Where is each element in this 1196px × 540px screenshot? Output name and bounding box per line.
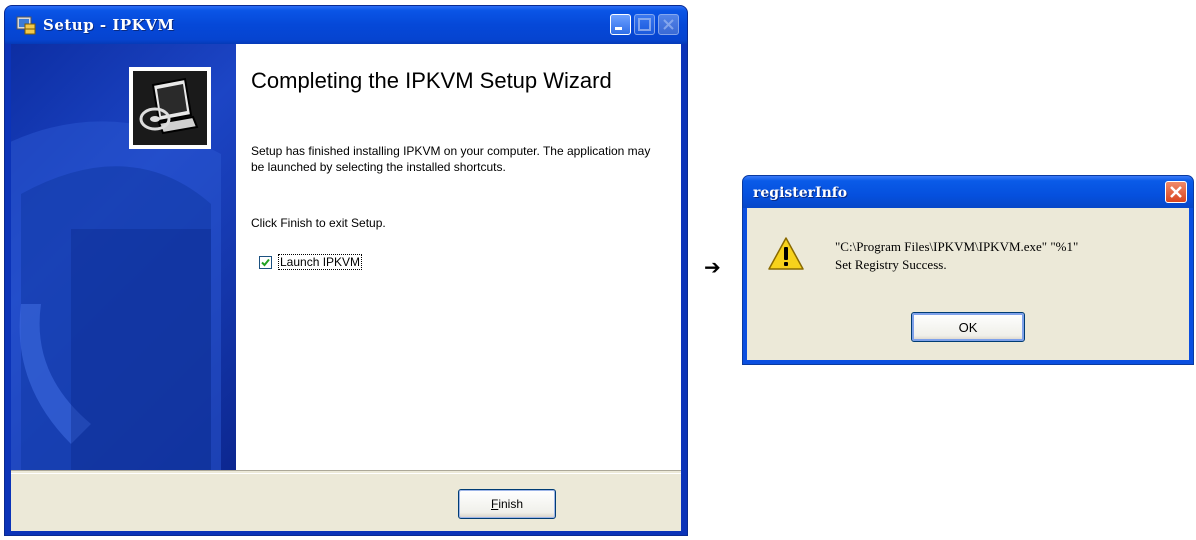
close-icon: [1170, 186, 1182, 198]
finish-label-rest: inish: [498, 497, 524, 511]
wizard-exit-text: Click Finish to exit Setup.: [251, 216, 386, 230]
register-dialog-title: registerInfo: [753, 185, 848, 201]
setup-client-area: Completing the IPKVM Setup Wizard Setup …: [11, 44, 681, 531]
finish-button[interactable]: Finish: [458, 489, 556, 519]
wizard-banner: [11, 44, 236, 470]
register-dialog-message: "C:\Program Files\IPKVM\IPKVM.exe" "%1" …: [835, 238, 1175, 274]
setup-window: Setup - IPKVM Completing the IPKVM Setup…: [4, 5, 688, 536]
close-icon: [663, 19, 674, 30]
maximize-icon: [638, 18, 651, 31]
finish-mnemonic: F: [490, 497, 499, 511]
wizard-body-text: Setup has finished installing IPKVM on y…: [251, 144, 651, 174]
register-dialog-titlebar[interactable]: registerInfo: [743, 176, 1193, 208]
footer-separator: [11, 470, 681, 474]
computer-cd-icon: [129, 67, 211, 149]
maximize-button: [634, 14, 655, 35]
launch-ipkvm-label[interactable]: Launch IPKVM: [278, 254, 363, 270]
flow-arrow: ➔: [704, 255, 721, 279]
setup-titlebar[interactable]: Setup - IPKVM: [5, 6, 687, 44]
message-line-path: "C:\Program Files\IPKVM\IPKVM.exe" "%1": [835, 239, 1079, 254]
minimize-button[interactable]: [610, 14, 631, 35]
close-button: [658, 14, 679, 35]
register-info-dialog: registerInfo "C:\Program Files\IPKVM\IPK…: [742, 175, 1194, 365]
wizard-heading: Completing the IPKVM Setup Wizard: [251, 68, 612, 93]
register-dialog-client: "C:\Program Files\IPKVM\IPKVM.exe" "%1" …: [747, 208, 1189, 360]
setup-app-icon: [15, 14, 37, 41]
ok-button[interactable]: OK: [911, 312, 1025, 342]
register-dialog-close-button[interactable]: [1165, 181, 1187, 203]
wizard-content-panel: Completing the IPKVM Setup Wizard Setup …: [236, 44, 681, 470]
launch-ipkvm-checkbox[interactable]: [259, 255, 272, 269]
setup-window-title: Setup - IPKVM: [43, 16, 175, 34]
message-line-status: Set Registry Success.: [835, 257, 947, 272]
minimize-icon: [615, 27, 622, 30]
checkmark-icon: [261, 258, 270, 266]
launch-ipkvm-checkbox-row[interactable]: Launch IPKVM: [259, 254, 363, 270]
warning-icon: [767, 236, 805, 277]
